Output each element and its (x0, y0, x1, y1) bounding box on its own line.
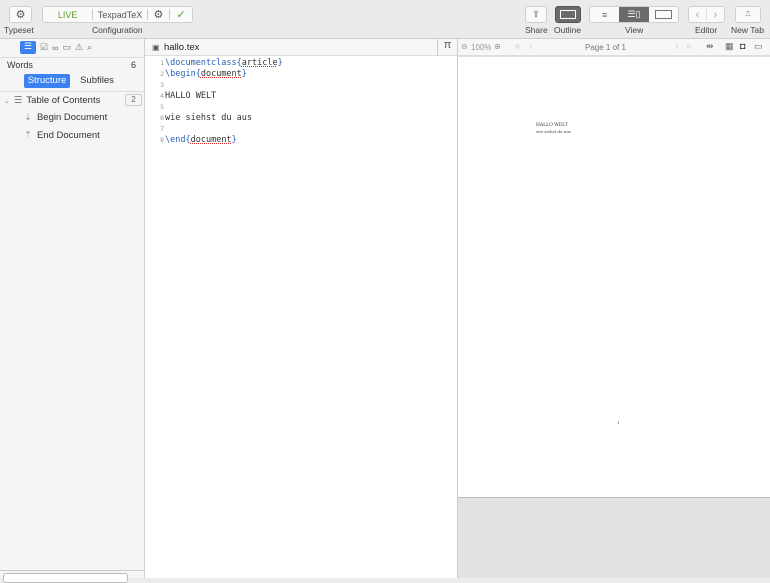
pdf-title-text: HALLO WELT (536, 123, 568, 128)
end-icon: ⇡ (24, 130, 32, 141)
view-label: View (625, 25, 644, 35)
code-token: \begin (165, 69, 196, 79)
zoom-out-icon[interactable]: ⊖ (461, 42, 468, 51)
share-icon: ⇪ (532, 9, 540, 19)
typeset-button[interactable]: ⚙ (9, 6, 32, 23)
forward-chevron-icon[interactable]: › (706, 8, 724, 21)
pdf-window-icon[interactable]: ◘ (740, 41, 745, 51)
page-indicator: Page 1 of 1 (585, 43, 626, 52)
pdf-body-text: wie siehst du aus (536, 129, 571, 134)
line-number: 4 (160, 92, 164, 100)
pdf-page: HALLO WELT wie siehst du aus 1 (458, 57, 770, 498)
zoom-in-icon[interactable]: ⊕ (494, 42, 501, 51)
pdf-toolbar: ⊖ 100% ⊕ « ‹ Page 1 of 1 › » ⇹ ▦ ◘ ▭ (458, 39, 770, 56)
view-editor-only-icon[interactable]: ≡ (590, 10, 619, 20)
line-number: 1 (160, 59, 164, 67)
sidebar-toolbar: ☰ ☑ ∞ ▭ ⚠ ⌕ (20, 41, 92, 54)
new-tab-button[interactable]: ⎍ (735, 6, 761, 23)
new-tab-icon: ⎍ (745, 10, 751, 18)
toc-row[interactable]: ⌄ ☰ Table of Contents (4, 95, 100, 106)
view-pdf-only-icon[interactable] (649, 10, 678, 19)
pdf-pane: ⊖ 100% ⊕ « ‹ Page 1 of 1 › » ⇹ ▦ ◘ ▭ HAL… (458, 39, 770, 578)
line-number: 2 (160, 70, 164, 78)
toolbar: ⚙ Typeset LIVE TexpadTeX ⚙ ✓ Configurati… (0, 0, 770, 39)
sidebar: ☰ ☑ ∞ ▭ ⚠ ⌕ Words 6 Structure Subfiles ⌄… (0, 39, 145, 583)
zoom-level: 100% (471, 43, 492, 52)
pdf-page-number: 1 (617, 420, 620, 425)
warning-icon[interactable]: ⚠ (75, 42, 83, 53)
line-number: 5 (160, 103, 164, 111)
view-segmented: ≡ ☰▯ (589, 6, 679, 23)
tab-subfiles[interactable]: Subfiles (74, 74, 120, 88)
view-split-icon[interactable]: ☰▯ (619, 7, 649, 22)
todo-icon[interactable]: ☑ (40, 42, 48, 53)
line-number: 6 (160, 114, 164, 122)
outline-item-end[interactable]: ⇡ End Document (24, 130, 100, 141)
filter-input[interactable] (3, 573, 128, 583)
last-page-icon[interactable]: » (686, 41, 692, 52)
outline-item-label: End Document (36, 130, 100, 141)
toc-count-badge: 2 (125, 94, 142, 106)
presentation-icon[interactable]: ▭ (754, 41, 763, 52)
grid-icon[interactable]: ▦ (725, 41, 734, 52)
outline-list-icon[interactable]: ☰ (20, 41, 36, 54)
first-page-icon[interactable]: « (515, 41, 521, 52)
tab-structure[interactable]: Structure (24, 74, 70, 88)
sync-icon[interactable]: ⇹ (706, 41, 714, 52)
new-tab-label: New Tab (731, 25, 764, 35)
line-number: 8 (160, 136, 164, 144)
outline-label: Outline (554, 25, 581, 35)
code-token: document (200, 69, 242, 79)
editor-label: Editor (695, 25, 718, 35)
share-label: Share (525, 25, 548, 35)
code-text: wie siehst du aus (165, 113, 252, 123)
share-button[interactable]: ⇪ (525, 6, 547, 23)
links-icon[interactable]: ∞ (52, 43, 58, 53)
chevron-down-icon[interactable]: ⌄ (4, 97, 10, 105)
line-number: 7 (160, 125, 164, 133)
words-label: Words (7, 60, 33, 70)
words-count: 6 (130, 60, 136, 70)
outline-button[interactable] (555, 6, 581, 23)
editor-tab-bar: ▣ hallo.tex π (145, 39, 457, 56)
begin-icon: ⇣ (24, 112, 32, 123)
toc-label: Table of Contents (26, 95, 101, 106)
toc-icon: ☰ (13, 95, 23, 106)
outline-icon (560, 10, 576, 19)
code-token: \documentclass (165, 58, 237, 68)
typeset-label: Typeset (4, 25, 34, 35)
next-page-icon[interactable]: › (675, 41, 678, 52)
tex-file-icon: ▣ (152, 43, 160, 52)
engine-select[interactable]: TexpadTeX (93, 10, 146, 20)
configuration-label: Configuration (92, 25, 143, 35)
file-tab[interactable]: hallo.tex (164, 42, 199, 53)
editor-nav: ‹ › (688, 6, 725, 23)
outline-item-begin[interactable]: ⇣ Begin Document (24, 112, 107, 123)
prev-page-icon[interactable]: ‹ (529, 41, 532, 52)
back-chevron-icon[interactable]: ‹ (689, 9, 706, 21)
code-token: \end (165, 135, 186, 145)
configuration-control: LIVE TexpadTeX ⚙ ✓ (42, 6, 193, 23)
gears-icon: ⚙ (15, 9, 26, 21)
code-area[interactable]: 1 \documentclass{article} 2 \begin{documen… (151, 58, 451, 146)
pi-symbol-button[interactable]: π (437, 39, 457, 56)
editor-pane: ▣ hallo.tex π 1 \documentclass{article} 2… (145, 39, 458, 578)
check-circle-icon[interactable]: ✓ (170, 8, 192, 21)
settings-gear-icon[interactable]: ⚙ (148, 8, 170, 21)
folder-icon[interactable]: ▭ (63, 42, 72, 53)
code-token: article (241, 58, 278, 68)
outline-item-label: Begin Document (36, 112, 108, 123)
line-number: 3 (160, 81, 164, 89)
live-button[interactable]: LIVE (43, 10, 92, 20)
code-token: document (190, 135, 232, 145)
code-text: HALLO WELT (165, 91, 217, 101)
search-icon[interactable]: ⌕ (87, 42, 92, 53)
